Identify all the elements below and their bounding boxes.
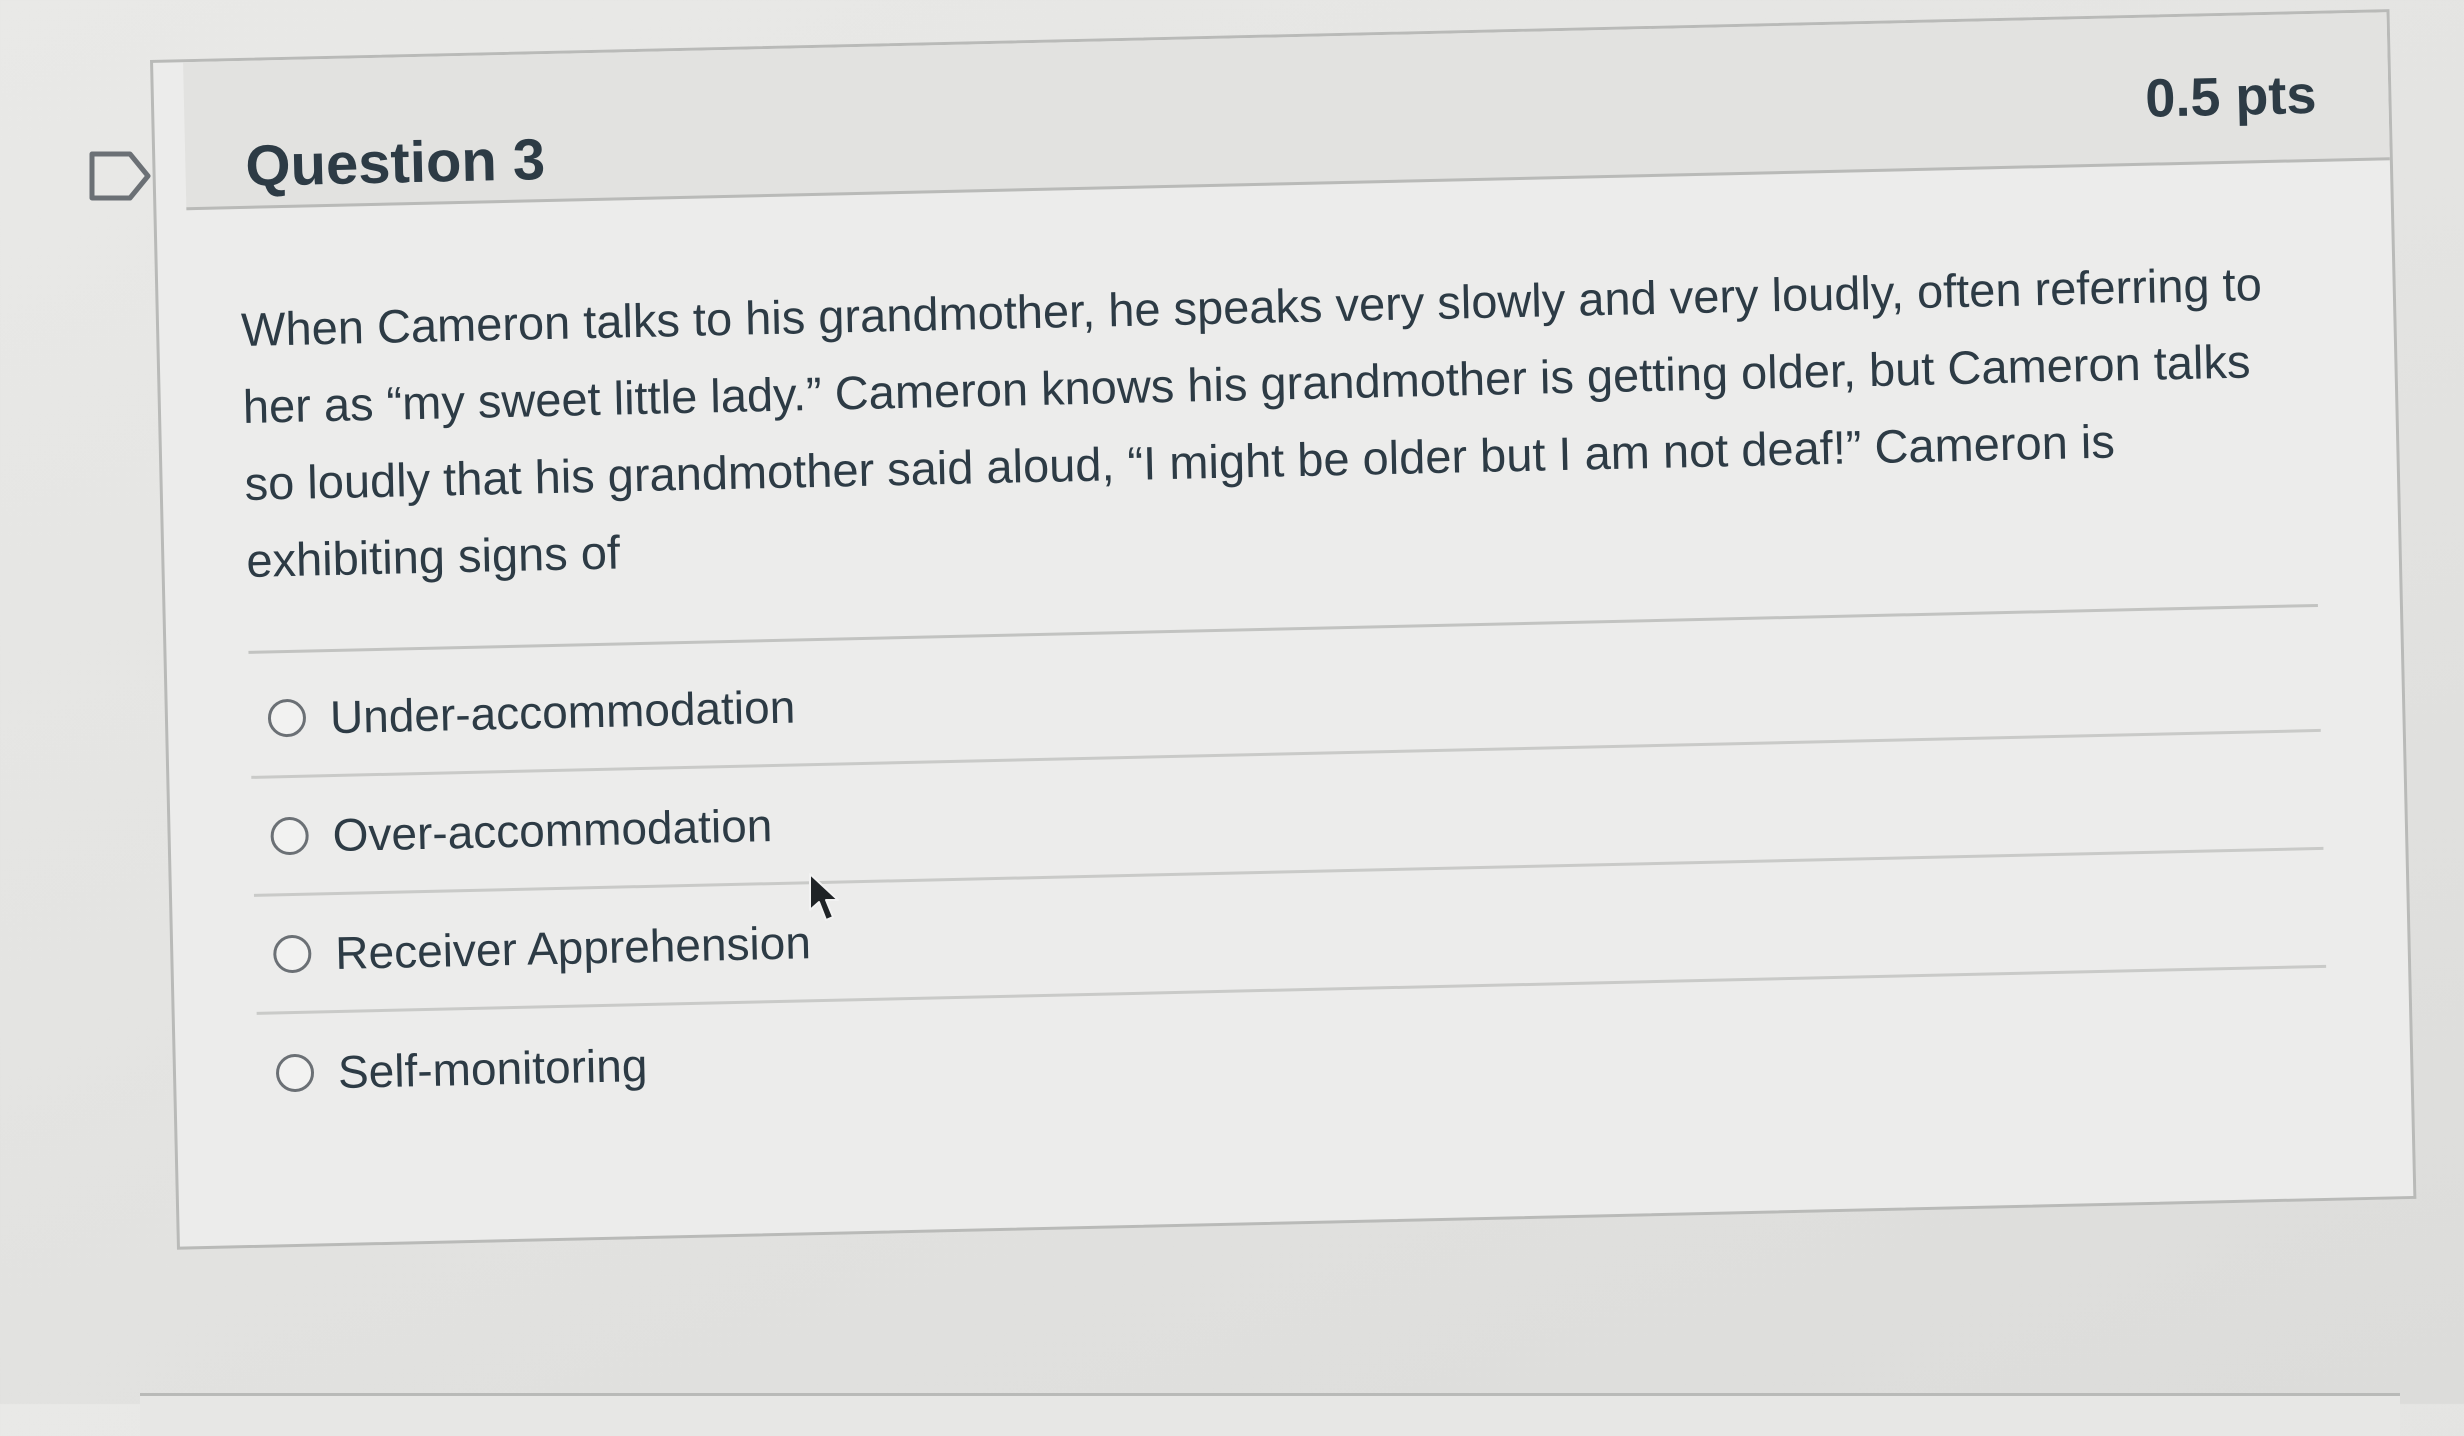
answer-label[interactable]: Under-accommodation [329, 679, 795, 744]
radio-button[interactable] [275, 1053, 315, 1093]
radio-button[interactable] [267, 698, 307, 737]
question-header: Question 3 0.5 pts [183, 12, 2390, 211]
radio-button[interactable] [272, 934, 312, 973]
next-question-card-edge [140, 1393, 2400, 1436]
question-text: When Cameron talks to his grandmother, h… [240, 257, 2263, 587]
flag-question-icon[interactable] [88, 150, 152, 202]
answer-label[interactable]: Receiver Apprehension [335, 915, 812, 980]
mouse-pointer-icon [809, 873, 839, 921]
answer-label[interactable]: Self-monitoring [337, 1038, 648, 1099]
question-points: 0.5 pts [2144, 64, 2318, 129]
answer-label[interactable]: Over-accommodation [332, 798, 773, 862]
radio-button[interactable] [270, 816, 310, 855]
question-card: Question 3 0.5 pts When Cameron talks to… [150, 9, 2417, 1250]
question-title: Question 3 [244, 127, 546, 199]
answer-list: Under-accommodation Over-accommodation R… [248, 613, 2329, 1133]
